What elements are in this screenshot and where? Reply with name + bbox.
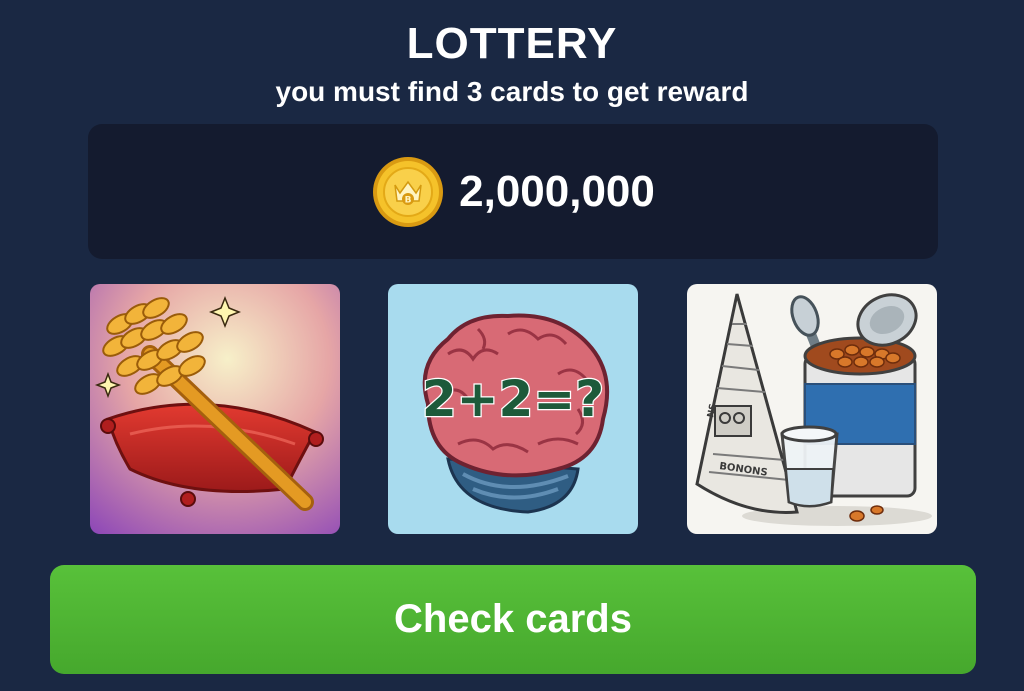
lottery-screen: LOTTERY you must find 3 cards to get rew…: [0, 0, 1024, 691]
reward-amount: 2,000,000: [459, 166, 655, 216]
lottery-card-3[interactable]: BONONS NS: [687, 284, 937, 534]
svg-text:B: B: [405, 195, 412, 205]
newspaper-beans-glass-card: BONONS NS: [687, 284, 937, 534]
check-cards-button[interactable]: Check cards: [50, 565, 976, 674]
lottery-card-2[interactable]: 2+2=?: [388, 284, 638, 534]
reward-panel: B 2,000,000: [88, 124, 938, 259]
page-title: LOTTERY: [406, 19, 618, 68]
toilet-brush-on-cushion-card: [90, 284, 340, 534]
coin-icon: B: [373, 156, 444, 227]
page-subtitle: you must find 3 cards to get reward: [275, 76, 749, 107]
brain-math-text: 2+2=?: [422, 370, 604, 428]
lottery-card-1[interactable]: [90, 284, 340, 534]
brain-math-card: 2+2=?: [388, 284, 638, 534]
